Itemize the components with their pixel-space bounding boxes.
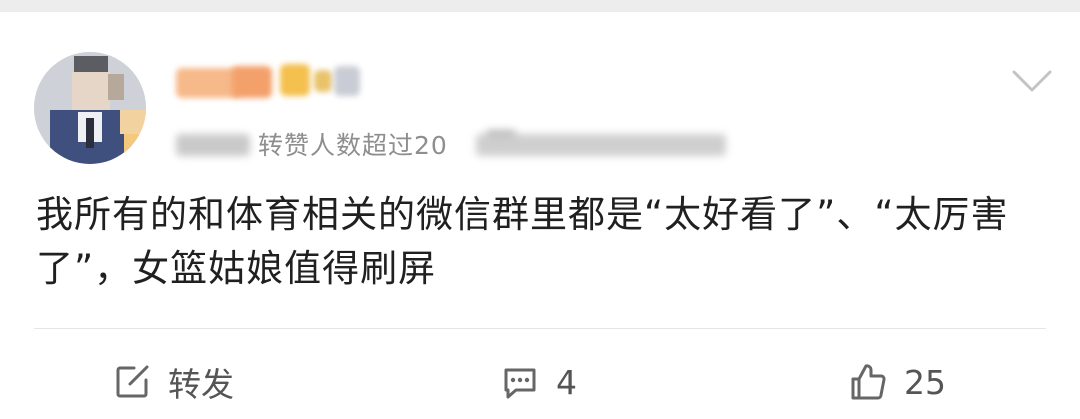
divider: [34, 328, 1046, 329]
avatar[interactable]: [34, 52, 146, 164]
comment-icon: [504, 368, 536, 399]
comment-button[interactable]: 4: [500, 356, 577, 408]
repost-button[interactable]: 转发: [112, 356, 234, 408]
meta-line: 转赞人数超过20: [176, 124, 736, 168]
comment-content: 我所有的和体育相关的微信群里都是“太好看了”、“太厉害了”，女篮姑娘值得刷屏: [36, 193, 1009, 290]
meta-text: 转赞人数超过20: [258, 131, 448, 160]
chevron-down-icon[interactable]: [1010, 66, 1054, 96]
top-separator-strip: [0, 0, 1080, 12]
thumbs-up-icon: [851, 364, 886, 400]
share-edit-icon: [116, 365, 149, 398]
like-button[interactable]: 25: [848, 356, 946, 408]
comment-count: 4: [556, 362, 577, 402]
like-count: 25: [904, 362, 946, 402]
username-obscured[interactable]: [176, 62, 366, 106]
repost-label: 转发: [168, 365, 234, 404]
